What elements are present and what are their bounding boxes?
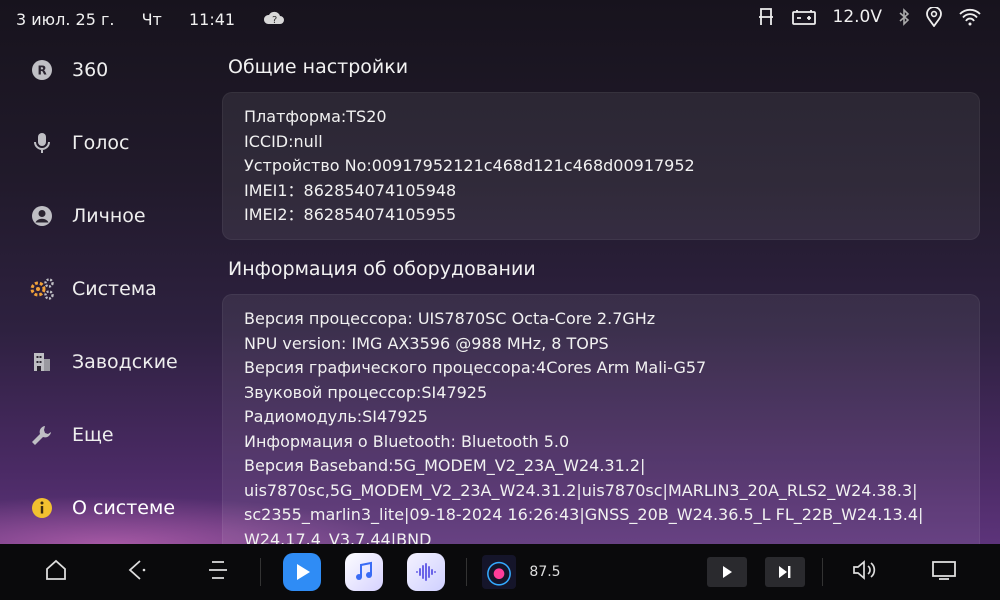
about-panel: Общие настройки Платформа:TS20 ICCID:nul… [222, 36, 982, 544]
sidebar-item-about[interactable]: О системе [0, 480, 210, 536]
gears-icon [29, 276, 55, 302]
hardware-info-title: Информация об оборудовании [228, 258, 536, 280]
weather-icon: ? [262, 8, 286, 32]
volume-button[interactable] [844, 544, 884, 600]
status-left: 3 июл. 25 г. Чт 11:41 ? [16, 8, 308, 32]
info-row: Устройство No:00917952121c468d121c468d00… [244, 156, 695, 175]
voltage-text: 12.0V [832, 7, 882, 27]
info-icon [29, 495, 55, 521]
info-row: sc2355_marlin3_lite|09-18-2024 16:26:43|… [244, 505, 924, 524]
divider [822, 558, 823, 586]
bluetooth-icon [898, 8, 910, 26]
svg-text:R: R [38, 64, 47, 78]
seat-icon [757, 7, 775, 27]
settings-sidebar: R 360 Голос Личное Система Заводские Еще [0, 36, 210, 576]
status-bar: 3 июл. 25 г. Чт 11:41 ? 12.0V [0, 0, 1000, 36]
radio-frequency-text: 87.5 [529, 564, 561, 580]
music-app-button[interactable] [344, 544, 384, 600]
info-row: NPU version: IMG AX3596 @988 MHz, 8 TOPS [244, 333, 609, 353]
building-icon [29, 349, 55, 375]
soundwave-icon [407, 553, 445, 591]
speaker-icon [851, 559, 877, 585]
sidebar-item-label: Личное [72, 205, 146, 227]
album-art-icon [482, 555, 516, 589]
home-icon [44, 558, 68, 586]
status-weekday: Чт [141, 9, 162, 29]
divider [260, 558, 261, 586]
location-icon [926, 7, 942, 27]
sidebar-item-personal[interactable]: Личное [0, 188, 210, 244]
status-right: 12.0V [741, 7, 982, 27]
skip-next-icon [765, 557, 805, 587]
sidebar-item-label: Еще [72, 424, 114, 446]
next-track-button[interactable] [764, 544, 806, 600]
back-button[interactable] [116, 544, 156, 600]
play-app-icon [283, 553, 321, 591]
status-time: 11:41 [188, 9, 236, 29]
play-icon [707, 557, 747, 587]
sidebar-item-more[interactable]: Еще [0, 407, 210, 463]
microphone-icon [29, 130, 55, 156]
monitor-icon [931, 559, 957, 585]
sidebar-item-label: 360 [72, 59, 109, 81]
bottom-nav-bar: 87.5 [0, 544, 1000, 600]
sidebar-item-label: Заводские [72, 351, 178, 373]
sidebar-item-label: Голос [72, 132, 130, 154]
info-row: Информация о Bluetooth: Bluetooth 5.0 [244, 431, 570, 451]
info-row: Версия процессора: UIS7870SC Octa-Core 2… [244, 309, 656, 328]
video-app-button[interactable] [282, 544, 322, 600]
radio-frequency: 87.5 [528, 544, 562, 600]
back-icon [124, 558, 148, 586]
sidebar-item-voice[interactable]: Голос [0, 115, 210, 171]
radio-album-art[interactable] [480, 544, 518, 600]
sidebar-item-factory[interactable]: Заводские [0, 334, 210, 390]
info-row: IMEI2：862854074105955 [244, 205, 457, 224]
wrench-icon [29, 422, 55, 448]
info-row: Платформа:TS20 [244, 107, 387, 126]
wifi-icon [958, 8, 982, 26]
voice-recorder-app-button[interactable] [406, 544, 446, 600]
svg-text:?: ? [272, 15, 277, 26]
r-badge-icon: R [29, 57, 55, 83]
status-date: 3 июл. 25 г. [16, 9, 115, 29]
info-row: Радиомодуль:SI47925 [244, 407, 428, 426]
info-row: ICCID:null [244, 131, 323, 151]
general-settings-title: Общие настройки [228, 56, 409, 78]
menu-icon [206, 558, 230, 586]
sidebar-item-360[interactable]: R 360 [0, 42, 210, 98]
music-note-icon [345, 553, 383, 591]
battery-icon [791, 8, 817, 26]
info-row: Версия Baseband:5G_MODEM_V2_23A_W24.31.2… [244, 456, 646, 475]
info-row: IMEI1：862854074105948 [244, 180, 457, 200]
info-row: Версия графического процессора:4Cores Ar… [244, 358, 707, 377]
screen-button[interactable] [924, 544, 964, 600]
info-row: Звуковой процессор:SI47925 [244, 382, 488, 402]
sidebar-item-label: О системе [72, 497, 176, 519]
hardware-info-card: Версия процессора: UIS7870SC Octa-Core 2… [222, 294, 980, 544]
info-row: uis7870sc,5G_MODEM_V2_23A_W24.31.2|uis78… [244, 480, 918, 500]
info-row: W24.17.4_V3.7.44|BND [244, 529, 432, 545]
menu-button[interactable] [198, 544, 238, 600]
general-info-card: Платформа:TS20 ICCID:null Устройство No:… [222, 92, 980, 240]
divider [466, 558, 467, 586]
play-button[interactable] [706, 544, 748, 600]
person-icon [29, 203, 55, 229]
home-button[interactable] [36, 544, 76, 600]
sidebar-item-label: Система [72, 278, 157, 300]
sidebar-item-system[interactable]: Система [0, 261, 210, 317]
